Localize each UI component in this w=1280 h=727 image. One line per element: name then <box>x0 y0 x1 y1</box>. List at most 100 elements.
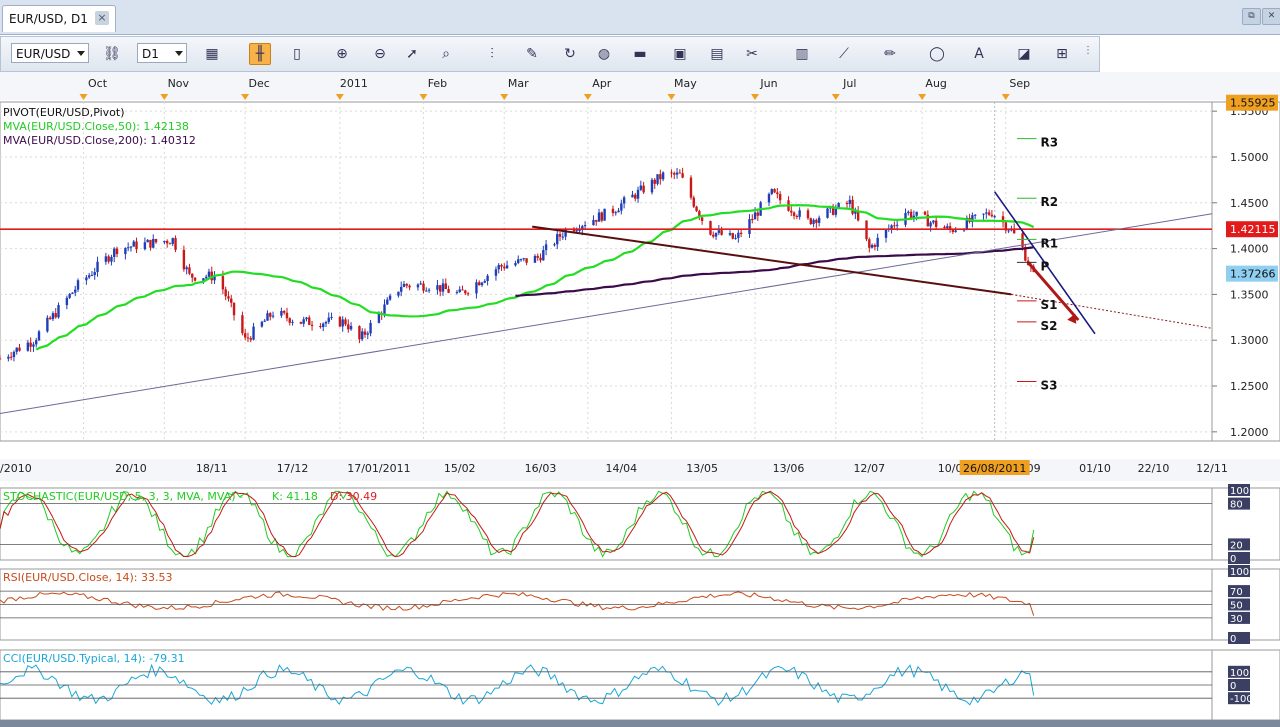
candle-body <box>149 239 152 248</box>
month-label: Nov <box>168 77 190 90</box>
top-price-badge-label: 1.55925 <box>1230 97 1276 110</box>
candle-body <box>338 316 342 327</box>
cci-tick-label: -100 <box>1230 694 1253 705</box>
price-tick-label: 1.2000 <box>1230 426 1269 439</box>
date-tick-label: 20/10 <box>115 462 147 475</box>
current-price-badge-label: 1.37266 <box>1230 268 1276 281</box>
candle-body <box>324 321 328 324</box>
legend-ma200: MVA(EUR/USD.Close,200): 1.40312 <box>3 134 196 147</box>
candle-body <box>480 282 484 286</box>
candle-body <box>695 206 698 212</box>
candle-body <box>739 232 743 234</box>
candle-body <box>951 229 955 232</box>
candle-body <box>519 259 523 261</box>
month-label: May <box>674 77 697 90</box>
candle-body <box>349 326 353 330</box>
candle-body <box>185 267 188 270</box>
candle-body <box>987 212 991 215</box>
candle-body <box>282 310 286 313</box>
candle-body <box>556 234 559 245</box>
candle-body <box>388 295 392 300</box>
date-tick-label: 01/10 <box>1079 462 1111 475</box>
candle-body <box>934 220 938 227</box>
date-tick-label: 17/01/2011 <box>347 462 410 475</box>
candle-body <box>444 283 447 290</box>
pivot-level-label: S3 <box>1040 378 1057 392</box>
candle-body <box>0 358 2 360</box>
candle-body <box>361 331 364 340</box>
candle-body <box>154 239 158 243</box>
price-tick-label: 1.3500 <box>1230 288 1269 301</box>
date-tick-label: 12/11 <box>1196 462 1228 475</box>
candle-body <box>870 245 874 248</box>
candle-body <box>18 347 21 351</box>
candle-body <box>427 289 431 291</box>
candle-body <box>868 239 871 248</box>
candle-body <box>525 258 528 263</box>
candle-body <box>734 237 737 239</box>
candle-body <box>845 203 849 205</box>
candle-body <box>603 208 606 221</box>
candle-body <box>57 305 60 318</box>
candle-body <box>656 174 659 184</box>
price-tick-label: 1.2500 <box>1230 380 1269 393</box>
date-tick-label: 03/09/2010 <box>0 462 32 475</box>
candle-body <box>542 250 545 261</box>
candle-body <box>929 222 932 227</box>
month-label: Oct <box>88 77 108 90</box>
candle-body <box>252 326 255 340</box>
month-label: Dec <box>248 77 269 90</box>
candle-body <box>358 326 361 340</box>
candle-body <box>583 225 587 227</box>
legend-ma50: MVA(EUR/USD.Close,50): 1.42138 <box>3 120 189 133</box>
candle-body <box>260 321 264 327</box>
pivot-level-label: R1 <box>1040 236 1058 250</box>
candle-body <box>93 272 96 276</box>
candle-body <box>107 256 110 262</box>
candle-body <box>330 316 333 318</box>
candle-body <box>366 333 369 335</box>
candle-body <box>792 212 796 217</box>
candle-body <box>68 293 71 298</box>
resistance-price-badge-label: 1.42115 <box>1230 223 1276 236</box>
date-tick-label: 14/04 <box>605 462 637 475</box>
candle-body <box>46 317 49 332</box>
date-tick-label: 15/02 <box>444 462 476 475</box>
candle-body <box>753 212 757 220</box>
candle-body <box>416 284 420 288</box>
candle-body <box>54 313 57 318</box>
month-label: Sep <box>1009 77 1030 90</box>
candle-body <box>458 289 461 293</box>
candle-body <box>207 271 211 277</box>
candle-body <box>400 286 403 292</box>
candle-body <box>26 342 30 351</box>
candle-body <box>689 177 693 198</box>
candle-body <box>402 283 406 287</box>
candle-body <box>461 289 464 291</box>
candle-body <box>806 210 810 219</box>
candle-body <box>670 172 673 174</box>
candle-body <box>408 285 411 288</box>
legend-stochastic-d: D: 30.49 <box>330 490 378 503</box>
candle-body <box>954 230 957 232</box>
cci-tick-label: 0 <box>1230 681 1236 692</box>
candle-body <box>673 173 676 175</box>
month-label: 2011 <box>340 77 368 90</box>
candle-body <box>909 211 913 218</box>
candle-body <box>678 172 682 174</box>
rsi-tick-label: 50 <box>1230 601 1243 612</box>
chart-area[interactable]: Oct Nov Dec 2011 Feb Mar Apr May Jun Jul Aug Sep 1.… <box>0 0 1280 727</box>
candle-body <box>600 212 604 221</box>
candle-body <box>171 238 174 244</box>
candle-body <box>193 277 197 281</box>
candle-body <box>597 212 601 222</box>
candle-body <box>386 299 389 305</box>
candle-body <box>553 244 556 246</box>
candle-body <box>269 313 272 317</box>
candle-body <box>631 194 634 198</box>
candle-body <box>815 219 818 223</box>
candle-body <box>767 194 771 203</box>
candle-body <box>124 247 127 255</box>
candle-body <box>188 267 191 274</box>
candle-body <box>717 230 721 233</box>
